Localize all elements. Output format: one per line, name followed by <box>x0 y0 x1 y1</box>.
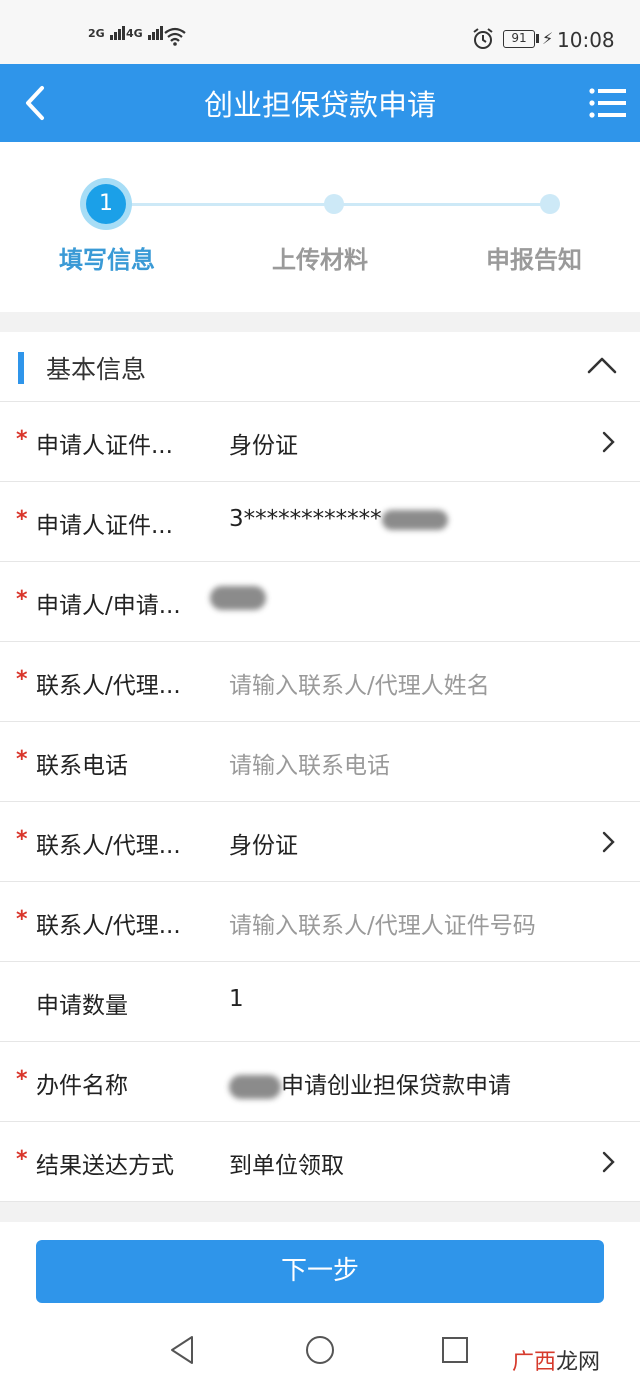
menu-icon[interactable] <box>588 86 628 120</box>
battery-tip <box>536 34 539 43</box>
required-marker: * <box>16 827 28 852</box>
step-connector <box>338 203 550 206</box>
required-marker: * <box>16 1147 28 1172</box>
form-row-quantity[interactable]: 申请数量 1 <box>0 962 640 1042</box>
required-marker: * <box>16 667 28 692</box>
field-value: 1 <box>229 986 244 1012</box>
required-marker: * <box>16 1067 28 1092</box>
contact-name-input[interactable]: 请输入联系人/代理人姓名 <box>229 666 490 700</box>
step-2-marker <box>324 194 344 214</box>
field-label: 联系人/代理... <box>36 833 181 859</box>
form-row-contact-id-number[interactable]: * 联系人/代理... 请输入联系人/代理人证件号码 <box>0 882 640 962</box>
step-1-number: 1 <box>86 184 126 224</box>
basic-info-section: 基本信息 * 申请人证件... 身份证 * 申请人证件... 3********… <box>0 332 640 1202</box>
clock: 10:08 <box>557 28 615 52</box>
chevron-right-icon <box>602 831 615 853</box>
next-step-button[interactable]: 下一步 <box>36 1240 604 1303</box>
required-marker: * <box>16 587 28 612</box>
contact-id-number-input[interactable]: 请输入联系人/代理人证件号码 <box>229 906 536 940</box>
field-value: 到单位领取 <box>229 1153 344 1179</box>
signal-4g-icon: 4G <box>126 26 163 40</box>
field-value: 身份证 <box>229 833 298 859</box>
redacted-mark <box>381 509 448 530</box>
watermark-part1: 广西 <box>512 1350 557 1375</box>
section-header[interactable]: 基本信息 <box>0 332 640 402</box>
field-label: 申请人/申请... <box>36 593 181 619</box>
field-value-wrap: 申请创业担保贷款申请 <box>229 1066 511 1100</box>
section-title: 基本信息 <box>46 355 147 384</box>
field-label: 联系人/代理... <box>36 673 181 699</box>
form-row-applicant-id-number[interactable]: * 申请人证件... 3************ <box>0 482 640 562</box>
battery-level: 91 <box>511 31 527 45</box>
charging-icon: ⚡ <box>542 29 554 48</box>
step-3-marker <box>540 194 560 214</box>
form-row-contact-name[interactable]: * 联系人/代理... 请输入联系人/代理人姓名 <box>0 642 640 722</box>
battery-icon: 91 <box>503 30 535 48</box>
required-marker: * <box>16 507 28 532</box>
status-bar: 2G 4G 91 ⚡ 10:08 <box>0 0 640 64</box>
field-label: 办件名称 <box>36 1073 128 1099</box>
field-label: 申请数量 <box>36 993 128 1019</box>
section-accent-bar <box>18 352 24 384</box>
contact-phone-input[interactable]: 请输入联系电话 <box>229 746 390 780</box>
field-label: 联系电话 <box>36 753 128 779</box>
field-value: 身份证 <box>229 433 298 459</box>
step-connector <box>128 203 338 206</box>
field-label: 申请人证件... <box>36 513 173 539</box>
step-1-label: 填写信息 <box>59 246 155 274</box>
field-value: 3************ <box>229 506 382 532</box>
wifi-icon <box>164 27 186 46</box>
form-row-contact-phone[interactable]: * 联系电话 请输入联系电话 <box>0 722 640 802</box>
field-value: 申请创业担保贷款申请 <box>281 1073 511 1099</box>
required-marker: * <box>16 907 28 932</box>
chevron-up-icon[interactable] <box>586 354 618 378</box>
nav-back-icon[interactable] <box>168 1334 198 1366</box>
field-label: 联系人/代理... <box>36 913 181 939</box>
page-title: 创业担保贷款申请 <box>203 88 436 122</box>
required-marker: * <box>16 427 28 452</box>
step-3-label: 申报告知 <box>486 246 582 274</box>
alarm-icon <box>473 28 493 49</box>
nav-home-icon[interactable] <box>304 1334 336 1366</box>
chevron-right-icon <box>602 1151 615 1173</box>
watermark-part2: 龙网 <box>556 1350 601 1375</box>
watermark: 广西龙网 <box>512 1344 600 1376</box>
signal-2g-icon: 2G <box>88 26 125 40</box>
form-row-applicant-id-type[interactable]: * 申请人证件... 身份证 <box>0 402 640 482</box>
redacted-mark <box>210 585 266 610</box>
nav-recent-icon[interactable] <box>441 1336 469 1364</box>
required-marker: * <box>16 747 28 772</box>
field-value-wrap <box>210 584 266 610</box>
field-label: 申请人证件... <box>36 433 173 459</box>
redacted-mark <box>229 1074 281 1099</box>
field-label: 结果送达方式 <box>36 1153 174 1179</box>
form-row-case-name[interactable]: * 办件名称 申请创业担保贷款申请 <box>0 1042 640 1122</box>
app-header: 创业担保贷款申请 <box>0 64 640 142</box>
form-row-delivery-method[interactable]: * 结果送达方式 到单位领取 <box>0 1122 640 1202</box>
field-value-wrap: 3************ <box>229 506 448 532</box>
signal-4g-label: 4G <box>126 27 143 40</box>
signal-2g-label: 2G <box>88 27 105 40</box>
chevron-right-icon <box>602 431 615 453</box>
form-row-applicant-name[interactable]: * 申请人/申请... <box>0 562 640 642</box>
step-2-label: 上传材料 <box>272 246 368 274</box>
form-row-contact-id-type[interactable]: * 联系人/代理... 身份证 <box>0 802 640 882</box>
